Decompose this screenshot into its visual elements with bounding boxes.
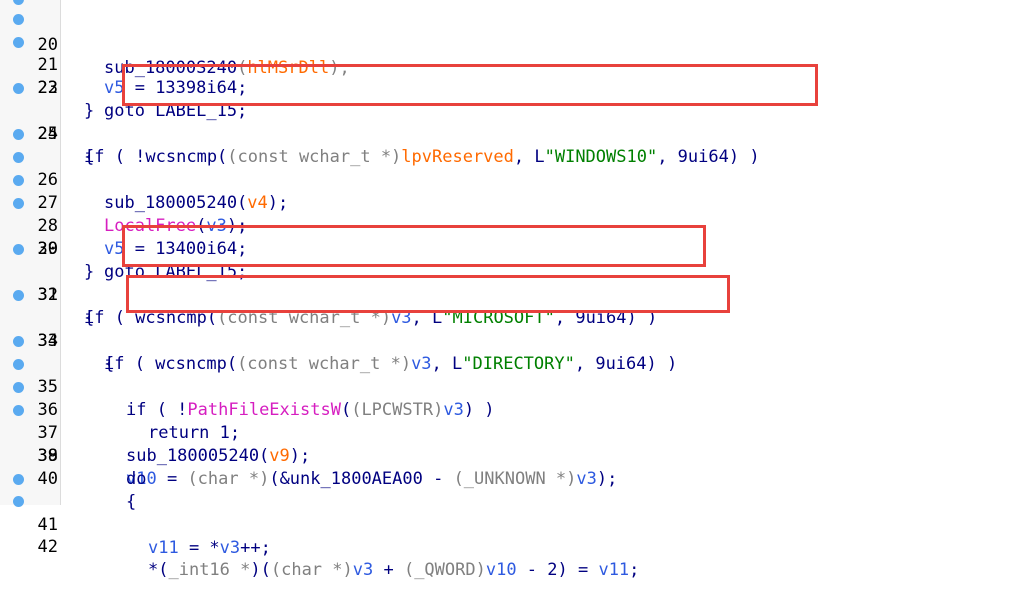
- code-text: {: [126, 492, 137, 512]
- breakpoint-dot-icon[interactable]: [13, 359, 24, 370]
- breakpoint-dot-icon[interactable]: [13, 336, 24, 347]
- breakpoint-dot-icon[interactable]: [13, 290, 24, 301]
- code-line-41[interactable]: 41 v11 = *v3++;: [0, 468, 271, 558]
- breakpoint-dot-icon[interactable]: [13, 474, 24, 485]
- line-number: 42: [37, 537, 58, 557]
- code-line-21[interactable]: 21 v5 = 13398i64;: [0, 8, 247, 98]
- breakpoint-dot-icon[interactable]: [13, 152, 24, 163]
- code-text: if ( !PathFileExistsW((LPCWSTR)v3) ): [126, 400, 495, 420]
- code-text: {: [84, 308, 95, 328]
- breakpoint-dot-icon[interactable]: [13, 405, 24, 416]
- code-line-33[interactable]: 33 if ( wcsncmp((const wchar_t *)v3, L"D…: [0, 284, 677, 374]
- code-line-38[interactable]: 38 v10 = (char *)(&unk_1800AEA00 - (_UNK…: [0, 399, 617, 489]
- breakpoint-dot-icon[interactable]: [13, 83, 24, 94]
- code-line-40[interactable]: 40 {: [0, 445, 137, 512]
- breakpoint-dot-icon[interactable]: [13, 244, 24, 255]
- pseudocode-view[interactable]: 20 sub_18000S240(hlMSrDll); 21 v5 = 1339…: [0, 0, 1013, 580]
- code-line-32[interactable]: 32 {: [0, 261, 95, 328]
- code-line-23[interactable]: 23 }: [0, 54, 95, 121]
- breakpoint-dot-icon[interactable]: [13, 14, 24, 25]
- code-text: v10 = (char *)(&unk_1800AEA00 - (_UNKNOW…: [126, 469, 618, 489]
- code-line-29[interactable]: 29 goto LABEL_15;: [0, 192, 247, 282]
- highlight-box-microsoft: [122, 225, 706, 267]
- code-line-37[interactable]: 37 sub_180005240(v9);: [0, 376, 310, 466]
- breakpoint-dot-icon[interactable]: [13, 496, 24, 507]
- code-line-28[interactable]: 28 v5 = 13400i64;: [0, 169, 247, 259]
- code-line-39[interactable]: 39 do: [0, 422, 147, 489]
- code-text: sub_180005240(v4);: [104, 193, 289, 213]
- code-line-30[interactable]: 30 }: [0, 215, 95, 282]
- code-text: if ( wcsncmp((const wchar_t *)v3, L"DIRE…: [104, 354, 678, 374]
- code-line-25[interactable]: 25 {: [0, 100, 95, 167]
- code-text: {: [84, 147, 95, 167]
- code-text: return 1;: [148, 423, 241, 443]
- code-text: v11 = *v3++;: [148, 538, 271, 558]
- code-text: }: [84, 101, 95, 121]
- code-text: *(_int16 *)((char *)v3 + (_QWORD)v10 - 2…: [148, 560, 640, 580]
- code-text: sub_180005240(v9);: [126, 446, 311, 466]
- breakpoint-dot-icon[interactable]: [13, 198, 24, 209]
- code-text: {: [104, 354, 115, 374]
- code-line-24[interactable]: 24 if ( !wcsncmp((const wchar_t *)lpvRes…: [0, 77, 760, 167]
- code-text: }: [84, 262, 95, 282]
- code-line-27[interactable]: 27 LocalFree(v3);: [0, 146, 247, 236]
- code-text: do: [126, 469, 147, 489]
- code-line-26[interactable]: 26 sub_180005240(v4);: [0, 123, 288, 213]
- code-line-31[interactable]: 31 if ( wcsncmp((const wchar_t *)v3, L"M…: [0, 238, 657, 328]
- highlight-box-windows10: [122, 64, 818, 106]
- breakpoint-dot-icon[interactable]: [13, 175, 24, 186]
- highlight-box-directory: [126, 275, 730, 313]
- breakpoint-dot-icon[interactable]: [13, 37, 24, 48]
- code-line-42[interactable]: 42 *(_int16 *)((char *)v3 + (_QWORD)v10 …: [0, 490, 639, 580]
- code-line-36[interactable]: 36 return 1;: [0, 353, 240, 443]
- code-text: if ( !wcsncmp((const wchar_t *)lpvReserv…: [84, 147, 760, 167]
- code-line-22[interactable]: 22 goto LABEL_15;: [0, 31, 247, 121]
- code-line-34[interactable]: 34 {: [0, 307, 115, 374]
- breakpoint-dot-icon[interactable]: [13, 382, 24, 393]
- breakpoint-dot-icon[interactable]: [13, 0, 24, 5]
- breakpoint-dot-icon[interactable]: [13, 129, 24, 140]
- code-line-35[interactable]: 35 if ( !PathFileExistsW((LPCWSTR)v3) ): [0, 330, 495, 420]
